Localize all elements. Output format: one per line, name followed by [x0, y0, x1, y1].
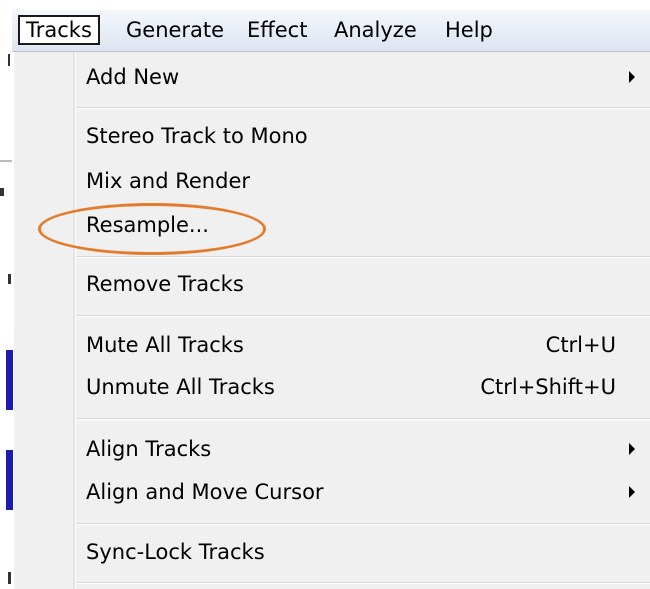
background-tick	[0, 188, 4, 196]
menu-item-label: Mute All Tracks	[86, 333, 244, 357]
background-tick	[8, 274, 11, 284]
menu-item-mute-all[interactable]: Mute All Tracks Ctrl+U	[86, 325, 616, 365]
menubar: Tracks Generate Effect Analyze Help	[12, 10, 650, 52]
menu-item-shortcut: Ctrl+U	[545, 333, 616, 357]
menu-item-align-tracks[interactable]: Align Tracks	[86, 429, 635, 469]
menu-analyze[interactable]: Analyze	[326, 15, 425, 45]
menu-item-add-new[interactable]: Add New	[86, 57, 635, 97]
menu-item-label: Unmute All Tracks	[86, 375, 275, 399]
menu-tracks[interactable]: Tracks	[18, 15, 100, 45]
menu-separator	[76, 107, 650, 109]
menu-separator	[76, 418, 650, 420]
menu-item-label: Stereo Track to Mono	[86, 124, 308, 148]
screenshot-canvas: Tracks Generate Effect Analyze Help Add …	[0, 0, 650, 589]
menu-gutter-divider	[73, 52, 76, 589]
menu-item-label: Align and Move Cursor	[86, 480, 324, 504]
menu-item-label: Add New	[86, 65, 180, 89]
submenu-arrow-icon	[629, 71, 635, 83]
background-waveform	[6, 450, 13, 510]
menu-separator	[76, 523, 650, 525]
menu-generate[interactable]: Generate	[118, 15, 232, 45]
menu-item-resample[interactable]: Resample...	[86, 205, 616, 245]
menu-item-remove-tracks[interactable]: Remove Tracks	[86, 264, 616, 304]
background-app-strip	[0, 0, 14, 589]
submenu-arrow-icon	[629, 486, 635, 498]
background-tick	[0, 160, 12, 162]
menu-help[interactable]: Help	[437, 15, 501, 45]
menu-item-unmute-all[interactable]: Unmute All Tracks Ctrl+Shift+U	[86, 367, 616, 407]
menu-item-mix-and-render[interactable]: Mix and Render	[86, 161, 616, 201]
menu-item-label: Mix and Render	[86, 169, 251, 193]
menu-item-sync-lock-tracks[interactable]: Sync-Lock Tracks	[86, 532, 616, 572]
background-tick	[8, 572, 11, 584]
menu-item-stereo-to-mono[interactable]: Stereo Track to Mono	[86, 116, 616, 156]
background-waveform	[6, 350, 13, 410]
submenu-arrow-icon	[629, 443, 635, 455]
menu-separator	[76, 256, 650, 258]
menu-effect[interactable]: Effect	[239, 15, 315, 45]
menu-item-align-and-move-cursor[interactable]: Align and Move Cursor	[86, 472, 635, 512]
menu-item-label: Resample...	[86, 213, 209, 237]
menu-item-label: Sync-Lock Tracks	[86, 540, 265, 564]
menu-separator	[76, 315, 650, 317]
menu-separator	[76, 582, 650, 584]
tracks-dropdown-menu: Add New Stereo Track to Mono Mix and Ren…	[14, 52, 650, 589]
menu-item-label: Remove Tracks	[86, 272, 244, 296]
menu-item-shortcut: Ctrl+Shift+U	[480, 375, 616, 399]
menu-item-label: Align Tracks	[86, 437, 212, 461]
background-tick	[8, 54, 10, 66]
